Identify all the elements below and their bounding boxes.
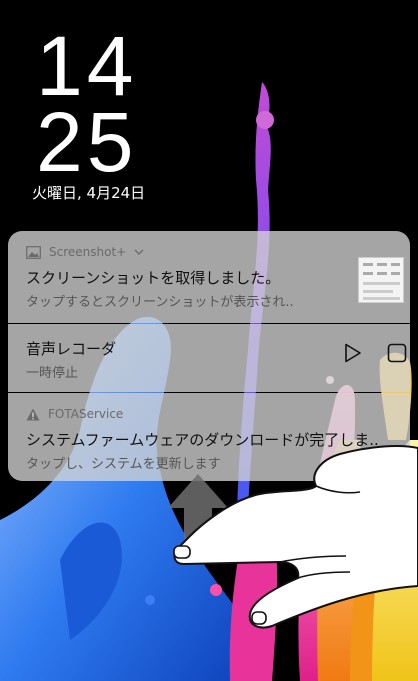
clock-hour: 14	[36, 19, 138, 113]
notification-app-name: Screenshot+	[49, 245, 127, 259]
lock-screen: 14 25 火曜日, 4月24日 Screenshot+ スクリーンショットを取…	[0, 0, 418, 681]
notification-title: スクリーンショットを取得しました。	[26, 269, 281, 287]
swipe-up-gesture-hand	[168, 445, 418, 629]
clock-minute: 25	[36, 95, 138, 189]
screenshot-thumbnail	[358, 257, 404, 303]
notification-app-row: FOTAService	[26, 407, 123, 421]
notification-voice-recorder[interactable]: 音声レコーダ 一時停止	[8, 324, 410, 392]
play-button[interactable]	[340, 340, 366, 366]
lock-date: 火曜日, 4月24日	[32, 184, 146, 202]
notification-text: 一時停止	[26, 366, 79, 381]
lock-clock: 14 25	[36, 19, 138, 189]
notification-text: タップするとスクリーンショットが表示され..	[26, 295, 294, 310]
warning-icon	[26, 408, 40, 420]
notification-app-name: FOTAService	[48, 407, 124, 421]
stop-button[interactable]	[384, 340, 410, 366]
notification-title: 音声レコーダ	[26, 340, 117, 358]
chevron-down-icon[interactable]	[134, 248, 144, 256]
notification-screenshot[interactable]: Screenshot+ スクリーンショットを取得しました。 タップするとスクリー…	[8, 231, 410, 323]
notification-app-row: Screenshot+	[26, 245, 144, 259]
play-icon	[345, 343, 361, 363]
stop-icon	[387, 343, 407, 363]
image-icon	[26, 245, 41, 259]
